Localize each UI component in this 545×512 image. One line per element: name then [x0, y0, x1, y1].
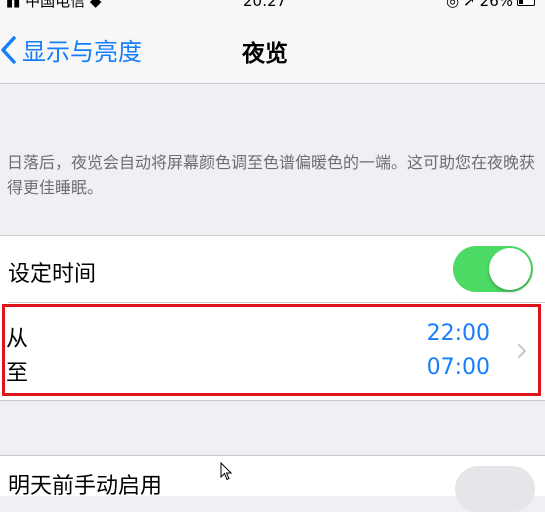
back-button[interactable]: 显示与亮度	[0, 32, 142, 67]
cursor-icon	[220, 462, 232, 481]
battery-percent: 26%	[479, 0, 513, 10]
toggle-knob	[489, 248, 531, 290]
back-chevron-icon	[1, 35, 16, 64]
status-time: 20:27	[243, 0, 287, 10]
to-time: 07:00	[426, 355, 490, 380]
schedule-group: 设定时间 从 至 22:00 07:00	[0, 235, 545, 401]
page-title: 夜览	[242, 41, 288, 67]
manual-enable-group: 明天前手动启用	[0, 455, 545, 512]
signal-icon: ▮▮	[6, 0, 21, 10]
schedule-label: 设定时间	[8, 262, 97, 287]
schedule-range-row[interactable]: 从 至 22:00 07:00	[0, 303, 545, 399]
carrier-group: ▮▮ 中国电信 ◆	[6, 0, 101, 10]
manual-enable-label: 明天前手动启用	[8, 474, 163, 499]
to-label: 至	[6, 361, 29, 386]
schedule-toggle[interactable]	[453, 246, 533, 292]
from-label: 从	[6, 327, 29, 352]
highlight-box	[2, 304, 541, 396]
manual-enable-toggle[interactable]	[455, 466, 535, 512]
location-icon: ➚	[463, 0, 476, 10]
status-bar: ▮▮ 中国电信 ◆ 20:27 ◎ ➚ 26%	[0, 0, 545, 14]
navigation-bar: 显示与亮度 夜览	[0, 14, 545, 84]
battery-icon	[517, 0, 535, 6]
battery-level	[519, 0, 523, 4]
from-time: 22:00	[426, 321, 490, 346]
back-label: 显示与亮度	[22, 38, 142, 66]
chevron-right-icon	[518, 344, 526, 358]
carrier-name: 中国电信	[25, 0, 86, 10]
status-right: ◎ ➚ 26%	[445, 0, 535, 10]
night-shift-description: 日落后，夜览会自动将屏幕颜色调至色谱偏暖色的一端。这可助您在夜晚获得更佳睡眠。	[7, 153, 536, 197]
wifi-icon: ◆	[89, 0, 102, 10]
lock-rotation-icon: ◎	[445, 0, 460, 10]
